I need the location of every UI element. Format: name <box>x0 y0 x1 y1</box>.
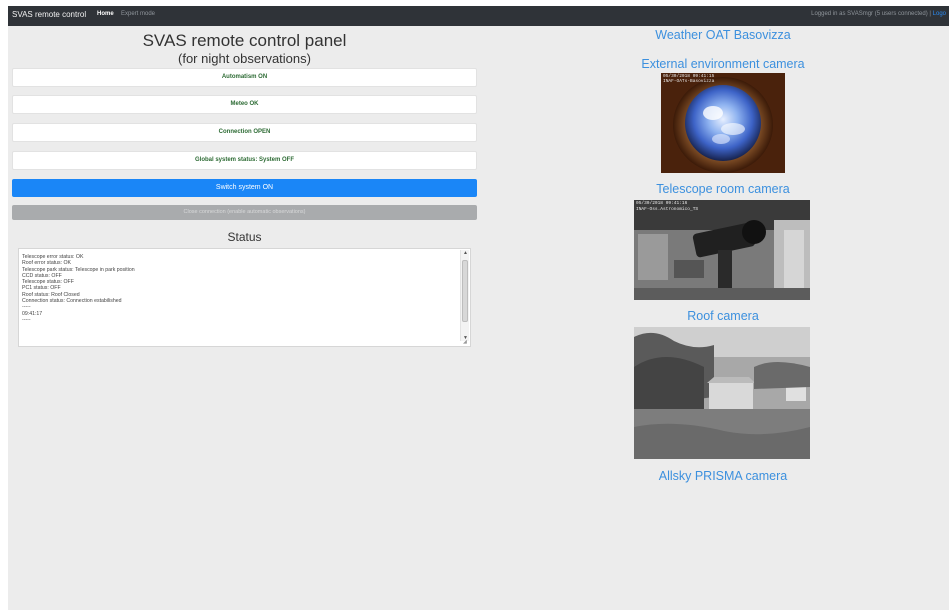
meteo-indicator: Meteo OK <box>12 95 477 114</box>
telescope-camera-title: Telescope room camera <box>656 182 790 196</box>
roof-camera-image <box>634 327 810 459</box>
page-subtitle: (for night observations) <box>178 51 311 66</box>
external-camera-title: External environment camera <box>641 57 805 71</box>
page: SVAS remote control Home Expert mode Log… <box>8 6 949 610</box>
global-status-indicator: Global system status: System OFF <box>12 151 477 170</box>
log-line: Telescope park status: Telescope in park… <box>22 266 135 273</box>
nav-expert-mode[interactable]: Expert mode <box>121 11 155 17</box>
separator: | <box>929 11 931 17</box>
telescope-camera-location: INAF-Oss.Astronomico_TS <box>636 207 699 212</box>
automatism-indicator: Automatism ON <box>12 68 477 87</box>
user-info: Logged in as SVASmgr (5 users connected)… <box>811 11 946 17</box>
external-camera-location: INAF-OATs-Basovizza <box>663 79 715 84</box>
logout-link[interactable]: Logo <box>933 11 946 17</box>
brand[interactable]: SVAS remote control <box>12 10 86 19</box>
roof-camera-title: Roof camera <box>687 309 759 323</box>
navbar: SVAS remote control Home Expert mode Log… <box>8 6 949 26</box>
nav-home[interactable]: Home <box>97 11 114 17</box>
telescope-camera-picture <box>634 200 810 300</box>
roof-camera-picture <box>634 327 810 459</box>
scroll-thumb[interactable] <box>462 260 468 322</box>
status-log-textarea[interactable]: Telescope error status: OK Roof error st… <box>18 248 471 347</box>
status-log-lines: Telescope error status: OK Roof error st… <box>22 254 135 323</box>
log-scrollbar[interactable]: ▲ ▼ <box>460 250 469 341</box>
status-heading: Status <box>227 230 262 244</box>
connection-indicator: Connection OPEN <box>12 123 477 142</box>
external-camera-picture <box>661 73 785 173</box>
log-line: Connection status: Connection estabilish… <box>22 298 122 305</box>
close-connection-button[interactable]: Close connection (enable automatic obser… <box>12 205 477 220</box>
scroll-up-icon[interactable]: ▲ <box>461 250 470 256</box>
resize-grip-icon[interactable]: ◢ <box>463 340 469 345</box>
switch-system-on-button[interactable]: Switch system ON <box>12 179 477 197</box>
log-line: ----- <box>22 316 31 323</box>
allsky-camera-title: Allsky PRISMA camera <box>658 469 788 483</box>
page-title: SVAS remote control panel <box>142 31 347 50</box>
telescope-camera-image: 05/30/2018 09:41:16 INAF-Oss.Astronomico… <box>634 200 810 300</box>
weather-link[interactable]: Weather OAT Basovizza <box>608 28 838 42</box>
user-status-text: Logged in as SVASmgr (5 users connected) <box>811 11 928 17</box>
telescope-camera-timestamp: 05/30/2018 09:41:16 <box>636 201 688 206</box>
external-camera-image: 05/30/2018 09:41:15 INAF-OATs-Basovizza <box>661 73 785 173</box>
